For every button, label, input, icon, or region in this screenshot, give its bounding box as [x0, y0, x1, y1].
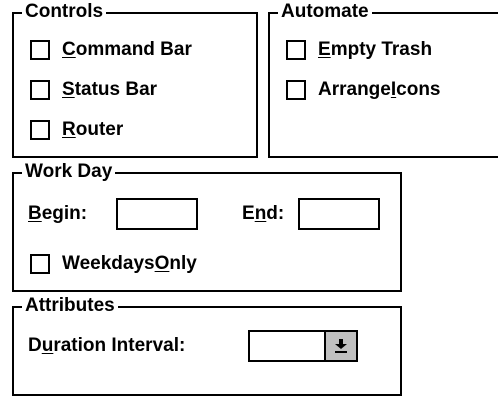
begin-label: Begin: — [28, 203, 88, 224]
automate-group: Automate Empty Trash Arrange Icons — [268, 0, 498, 158]
begin-input[interactable] — [116, 198, 198, 230]
status-bar-checkbox-box[interactable] — [30, 80, 50, 100]
dropdown-button[interactable] — [324, 332, 356, 360]
command-bar-checkbox-box[interactable] — [30, 40, 50, 60]
end-label: En d: — [242, 203, 285, 224]
router-checkbox[interactable]: Router — [30, 118, 123, 142]
weekdays-only-label: Weekdays Only — [62, 253, 197, 274]
arrange-icons-checkbox-box[interactable] — [286, 80, 306, 100]
duration-interval-label: Du ration Interval: — [28, 335, 186, 356]
status-bar-label: Status Bar — [62, 79, 158, 100]
controls-group-title: Controls — [22, 0, 107, 24]
work-day-group-title: Work Day — [22, 160, 116, 184]
work-day-group: Work Day Begin: En d: Weekdays Only — [12, 160, 402, 292]
attributes-group: Attributes Du ration Interval: — [12, 294, 402, 396]
automate-group-title: Automate — [278, 0, 372, 24]
arrange-icons-label: Arrange Icons — [318, 79, 441, 100]
empty-trash-checkbox[interactable]: Empty Trash — [286, 38, 432, 62]
weekdays-only-checkbox[interactable]: Weekdays Only — [30, 252, 197, 276]
command-bar-checkbox[interactable]: Command Bar — [30, 38, 192, 62]
end-input[interactable] — [298, 198, 380, 230]
status-bar-checkbox[interactable]: Status Bar — [30, 78, 157, 102]
command-bar-label: Command Bar — [62, 39, 192, 60]
arrow-down-bar-icon — [335, 339, 347, 353]
empty-trash-label: Empty Trash — [318, 39, 433, 60]
arrange-icons-checkbox[interactable]: Arrange Icons — [286, 78, 441, 102]
router-label: Router — [62, 119, 124, 140]
empty-trash-checkbox-box[interactable] — [286, 40, 306, 60]
router-checkbox-box[interactable] — [30, 120, 50, 140]
weekdays-only-checkbox-box[interactable] — [30, 254, 50, 274]
controls-group: Controls Command Bar Status Bar Router — [12, 0, 258, 158]
duration-interval-dropdown[interactable] — [248, 330, 358, 362]
attributes-group-title: Attributes — [22, 294, 118, 318]
